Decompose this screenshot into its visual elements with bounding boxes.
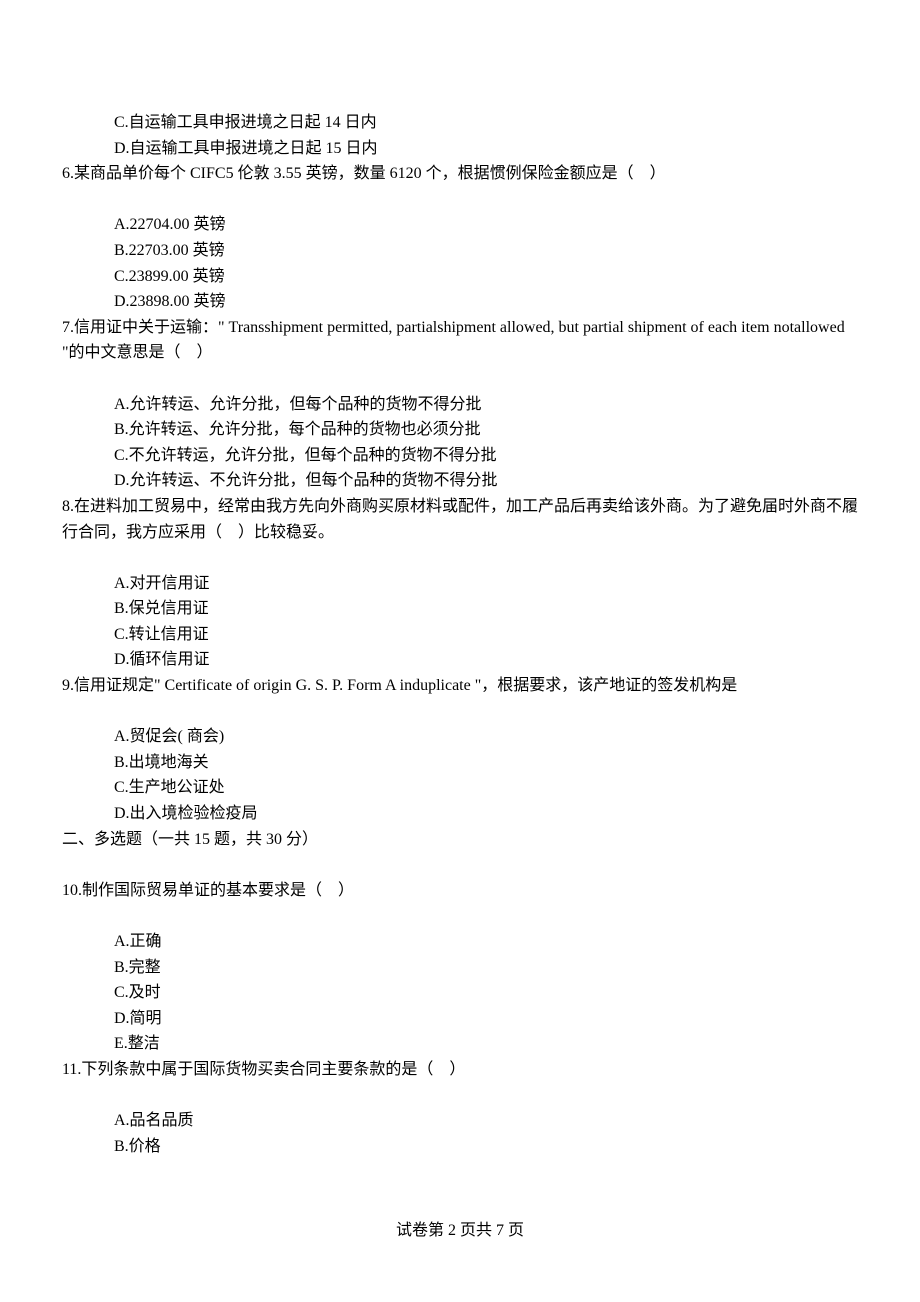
q10-option-e: E.整洁 [62,1031,858,1057]
q7-option-d: D.允许转运、不允许分批，但每个品种的货物不得分批 [62,468,858,494]
q9-option-a: A.贸促会( 商会) [62,724,858,750]
spacer [62,903,858,929]
spacer [62,1083,858,1109]
q8-option-b: B.保兑信用证 [62,596,858,622]
q8-stem: 8.在进料加工贸易中，经常由我方先向外商购买原材料或配件，加工产品后再卖给该外商… [62,494,858,545]
q7-option-a: A.允许转运、允许分批，但每个品种的货物不得分批 [62,392,858,418]
q6-option-b: B.22703.00 英镑 [62,238,858,264]
page-footer: 试卷第 2 页共 7 页 [0,1218,920,1244]
q9-option-c: C.生产地公证处 [62,775,858,801]
q7-stem: 7.信用证中关于运输：" Transshipment permitted, pa… [62,315,858,366]
q5-option-c: C.自运输工具申报进境之日起 14 日内 [62,110,858,136]
q10-option-b: B.完整 [62,955,858,981]
spacer [62,852,858,878]
q10-option-c: C.及时 [62,980,858,1006]
q11-option-b: B.价格 [62,1134,858,1160]
q6-option-a: A.22704.00 英镑 [62,212,858,238]
q7-option-c: C.不允许转运，允许分批，但每个品种的货物不得分批 [62,443,858,469]
q11-option-a: A.品名品质 [62,1108,858,1134]
q8-option-d: D.循环信用证 [62,647,858,673]
q11-stem: 11.下列条款中属于国际货物买卖合同主要条款的是（ ） [62,1057,858,1083]
q10-option-a: A.正确 [62,929,858,955]
q9-option-d: D.出入境检验检疫局 [62,801,858,827]
q7-option-b: B.允许转运、允许分批，每个品种的货物也必须分批 [62,417,858,443]
spacer [62,366,858,392]
spacer [62,187,858,213]
q10-stem: 10.制作国际贸易单证的基本要求是（ ） [62,878,858,904]
q10-option-d: D.简明 [62,1006,858,1032]
spacer [62,699,858,725]
q6-option-c: C.23899.00 英镑 [62,264,858,290]
section-2-heading: 二、多选题（一共 15 题，共 30 分） [62,827,858,853]
q8-option-c: C.转让信用证 [62,622,858,648]
exam-page: C.自运输工具申报进境之日起 14 日内 D.自运输工具申报进境之日起 15 日… [0,0,920,1302]
q6-stem: 6.某商品单价每个 CIFC5 伦敦 3.55 英镑，数量 6120 个，根据惯… [62,161,858,187]
q9-stem: 9.信用证规定" Certificate of origin G. S. P. … [62,673,858,699]
q9-option-b: B.出境地海关 [62,750,858,776]
q5-option-d: D.自运输工具申报进境之日起 15 日内 [62,136,858,162]
q6-option-d: D.23898.00 英镑 [62,289,858,315]
spacer [62,545,858,571]
q8-option-a: A.对开信用证 [62,571,858,597]
